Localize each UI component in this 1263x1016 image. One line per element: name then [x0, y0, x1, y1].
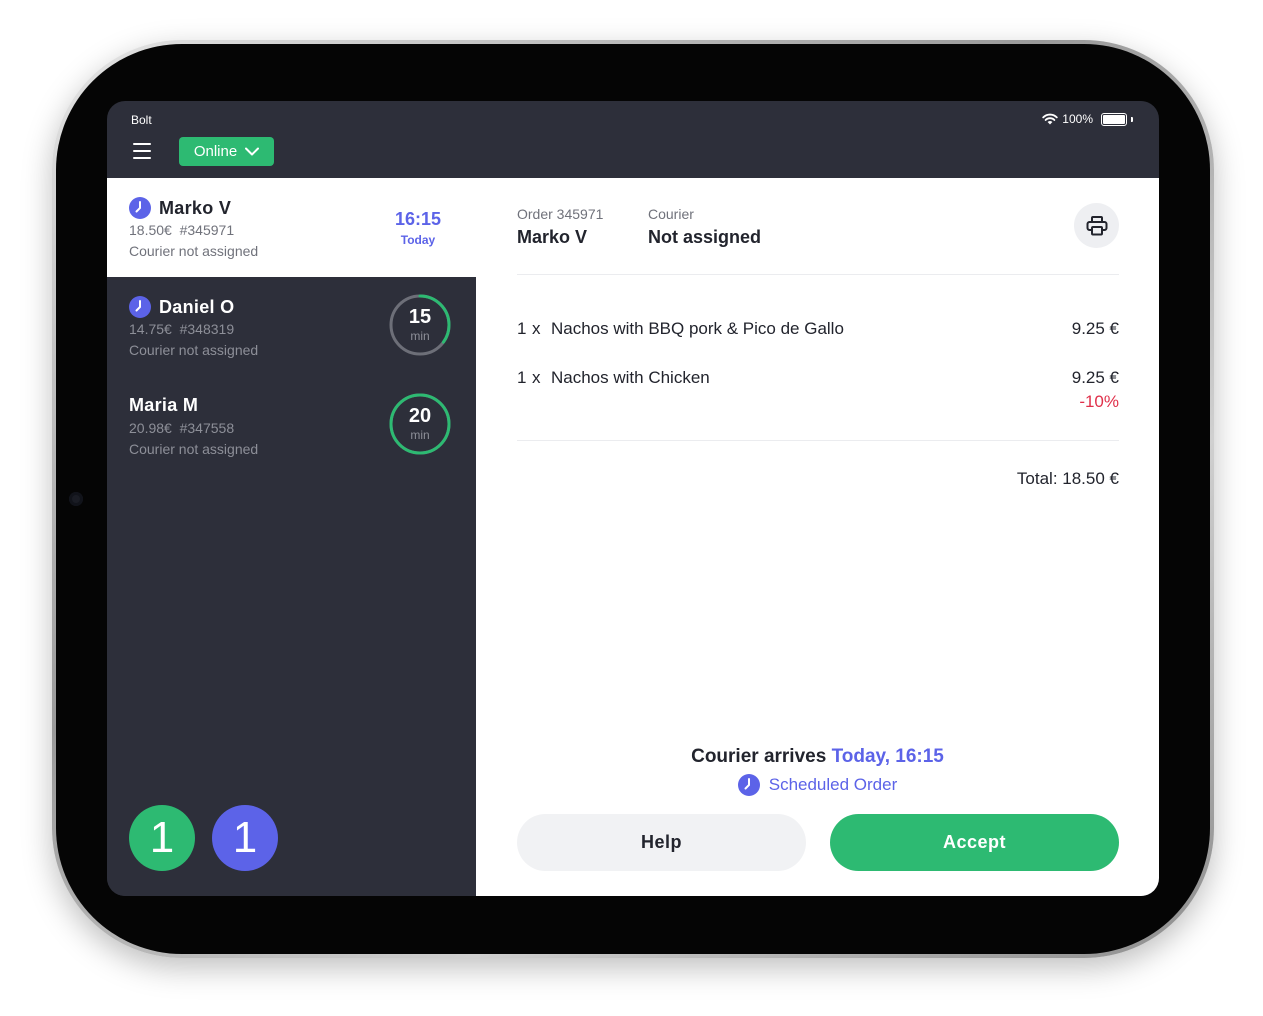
- order-header: Order 345971 Marko V: [517, 206, 603, 248]
- item-name: Nachos with BBQ pork & Pico de Gallo: [551, 319, 844, 338]
- orders-sidebar: Marko V 18.50€ #345971 Courier not assig…: [107, 178, 476, 896]
- order-number-label: Order 345971: [517, 206, 604, 222]
- order-customer-name: Marko V: [159, 197, 232, 218]
- courier-label: Courier: [648, 206, 694, 222]
- order-time: 16:15: [394, 209, 441, 229]
- battery-icon: [1101, 112, 1127, 126]
- countdown-timer: 15 min: [388, 293, 452, 357]
- accept-button[interactable]: Accept: [830, 814, 1119, 871]
- order-name-row: Marko V: [129, 197, 231, 219]
- clock-icon: [129, 296, 151, 318]
- camera-icon: [69, 492, 83, 506]
- status-right: 100%: [1042, 112, 1133, 126]
- item-qty: 1: [517, 368, 527, 387]
- clock-icon: [737, 774, 760, 796]
- item-price: 9.25 €: [1071, 319, 1119, 338]
- item-qty: 1: [517, 319, 527, 338]
- order-price-id: 14.75€ #348319: [129, 321, 235, 337]
- printer-icon: [1086, 215, 1107, 235]
- print-button[interactable]: [1074, 203, 1119, 248]
- courier-header: Courier Not assigned: [648, 206, 761, 248]
- timer-unit: min: [410, 329, 430, 343]
- divider: [517, 274, 1119, 275]
- online-status-dropdown[interactable]: Online: [179, 137, 274, 166]
- countdown-timer: 20 min: [388, 392, 452, 456]
- item-x: x: [532, 319, 541, 338]
- order-detail: Order 345971 Marko V Courier Not assigne…: [476, 178, 1159, 896]
- arrival-time: Today, 16:15: [831, 746, 944, 767]
- battery-tip: [1131, 116, 1133, 122]
- order-customer: Marko V: [517, 227, 588, 247]
- battery-percent: 100%: [1062, 112, 1093, 126]
- courier-arrival: Courier arrives Today, 16:15: [476, 746, 1159, 768]
- scheduled-order-note: Scheduled Order: [476, 774, 1159, 796]
- top-bar: Online: [107, 135, 1159, 178]
- order-item[interactable]: Marko V 18.50€ #345971 Courier not assig…: [107, 178, 476, 277]
- order-item[interactable]: Daniel O 14.75€ #348319 Courier not assi…: [107, 277, 476, 376]
- new-orders-counter[interactable]: 1: [129, 805, 195, 871]
- order-name-row: Maria M: [129, 395, 198, 416]
- status-bar: Bolt 100%: [107, 101, 1159, 135]
- status-app-name: Bolt: [131, 113, 152, 127]
- order-courier-status: Courier not assigned: [129, 342, 259, 358]
- order-customer-name: Daniel O: [159, 296, 235, 317]
- timer-minutes: 15: [408, 306, 432, 328]
- timer-unit: min: [410, 428, 430, 442]
- screen: Bolt 100% Online Marko V 18.50€ #345971 …: [107, 101, 1159, 896]
- order-price-id: 20.98€ #347558: [129, 420, 235, 436]
- scheduled-orders-counter[interactable]: 1: [212, 805, 278, 871]
- chevron-down-icon: [245, 147, 260, 156]
- order-item[interactable]: Maria M 20.98€ #347558 Courier not assig…: [107, 376, 476, 475]
- wifi-icon: [1042, 113, 1058, 125]
- item-x: x: [532, 368, 541, 387]
- scheduled-label: Scheduled Order: [768, 775, 898, 794]
- order-scheduled-time: 16:15 Today: [395, 209, 441, 247]
- online-status-label: Online: [193, 143, 238, 160]
- item-discount: -10%: [1079, 392, 1119, 411]
- menu-icon[interactable]: [133, 143, 151, 159]
- order-courier-status: Courier not assigned: [129, 441, 259, 457]
- courier-value: Not assigned: [648, 227, 762, 247]
- arrival-prefix: Courier arrives: [691, 746, 827, 767]
- timer-minutes: 20: [408, 405, 432, 427]
- order-total: Total: 18.50 €: [1016, 469, 1119, 488]
- order-customer-name: Maria M: [129, 395, 199, 415]
- item-name: Nachos with Chicken: [551, 368, 710, 387]
- item-price: 9.25 €: [1071, 368, 1119, 387]
- help-button[interactable]: Help: [517, 814, 806, 871]
- order-day: Today: [400, 233, 436, 247]
- divider: [517, 440, 1119, 441]
- order-name-row: Daniel O: [129, 296, 234, 318]
- order-courier-status: Courier not assigned: [129, 243, 259, 259]
- order-price-id: 18.50€ #345971: [129, 222, 235, 238]
- clock-icon: [129, 197, 151, 219]
